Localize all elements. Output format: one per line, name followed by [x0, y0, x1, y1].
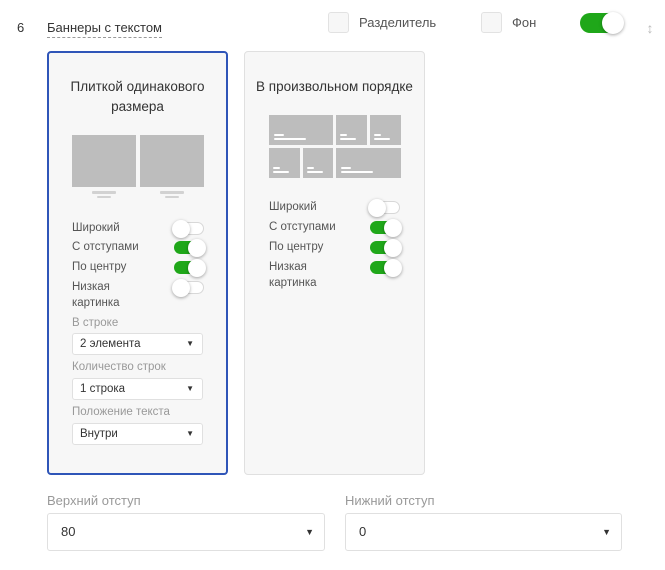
option-label: По центру [72, 261, 127, 273]
layout-card-arbitrary-order[interactable]: В произвольном порядке Широкий С отступа… [244, 51, 425, 475]
option-toggle-low-image[interactable] [370, 258, 402, 277]
drag-handle-icon[interactable]: ↕ [644, 16, 656, 40]
top-padding-select[interactable]: 80 ▼ [47, 513, 325, 551]
text-position-select[interactable]: Внутри ▼ [72, 423, 203, 445]
top-padding-label: Верхний отступ [47, 493, 141, 508]
option-toggle-center[interactable] [370, 238, 402, 257]
chevron-down-icon: ▼ [602, 527, 611, 537]
bottom-padding-select[interactable]: 0 ▼ [345, 513, 622, 551]
per-row-label: В строке [72, 317, 119, 329]
divider-checkbox[interactable] [328, 12, 349, 33]
option-label: Низкая картинка [269, 261, 317, 289]
divider-label: Разделитель [359, 15, 437, 30]
background-option[interactable]: Фон [481, 12, 536, 33]
block-enabled-toggle[interactable] [580, 12, 624, 34]
option-label: Широкий [72, 222, 120, 234]
section-title-link[interactable]: Баннеры с текстом [47, 20, 162, 38]
per-row-select[interactable]: 2 элемента ▼ [72, 333, 203, 355]
option-label: Широкий [269, 201, 317, 213]
chevron-down-icon: ▼ [186, 339, 194, 348]
option-toggle-low-image[interactable] [172, 278, 204, 297]
option-toggle-center[interactable] [174, 258, 206, 277]
rows-count-select[interactable]: 1 строка ▼ [72, 378, 203, 400]
option-toggle-padding[interactable] [174, 238, 206, 257]
option-label: По центру [269, 241, 324, 253]
card-title: Плиткой одинакового размера [70, 79, 205, 114]
chevron-down-icon: ▼ [186, 384, 194, 393]
background-checkbox[interactable] [481, 12, 502, 33]
background-label: Фон [512, 15, 537, 30]
divider-option[interactable]: Разделитель [328, 12, 436, 33]
option-toggle-padding[interactable] [370, 218, 402, 237]
option-label: Низкая картинка [72, 281, 120, 309]
layout-card-equal-tiles[interactable]: Плиткой одинакового размера Широкий С от… [47, 51, 228, 475]
text-position-label: Положение текста [72, 406, 170, 418]
chevron-down-icon: ▼ [186, 429, 194, 438]
option-label: С отступами [72, 241, 139, 253]
row-number: 6 [17, 20, 25, 35]
chevron-down-icon: ▼ [305, 527, 314, 537]
rows-count-label: Количество строк [72, 361, 166, 373]
option-toggle-wide[interactable] [172, 219, 204, 238]
option-label: С отступами [269, 221, 336, 233]
option-toggle-wide[interactable] [368, 198, 400, 217]
card-title: В произвольном порядке [256, 79, 413, 94]
bottom-padding-label: Нижний отступ [345, 493, 435, 508]
